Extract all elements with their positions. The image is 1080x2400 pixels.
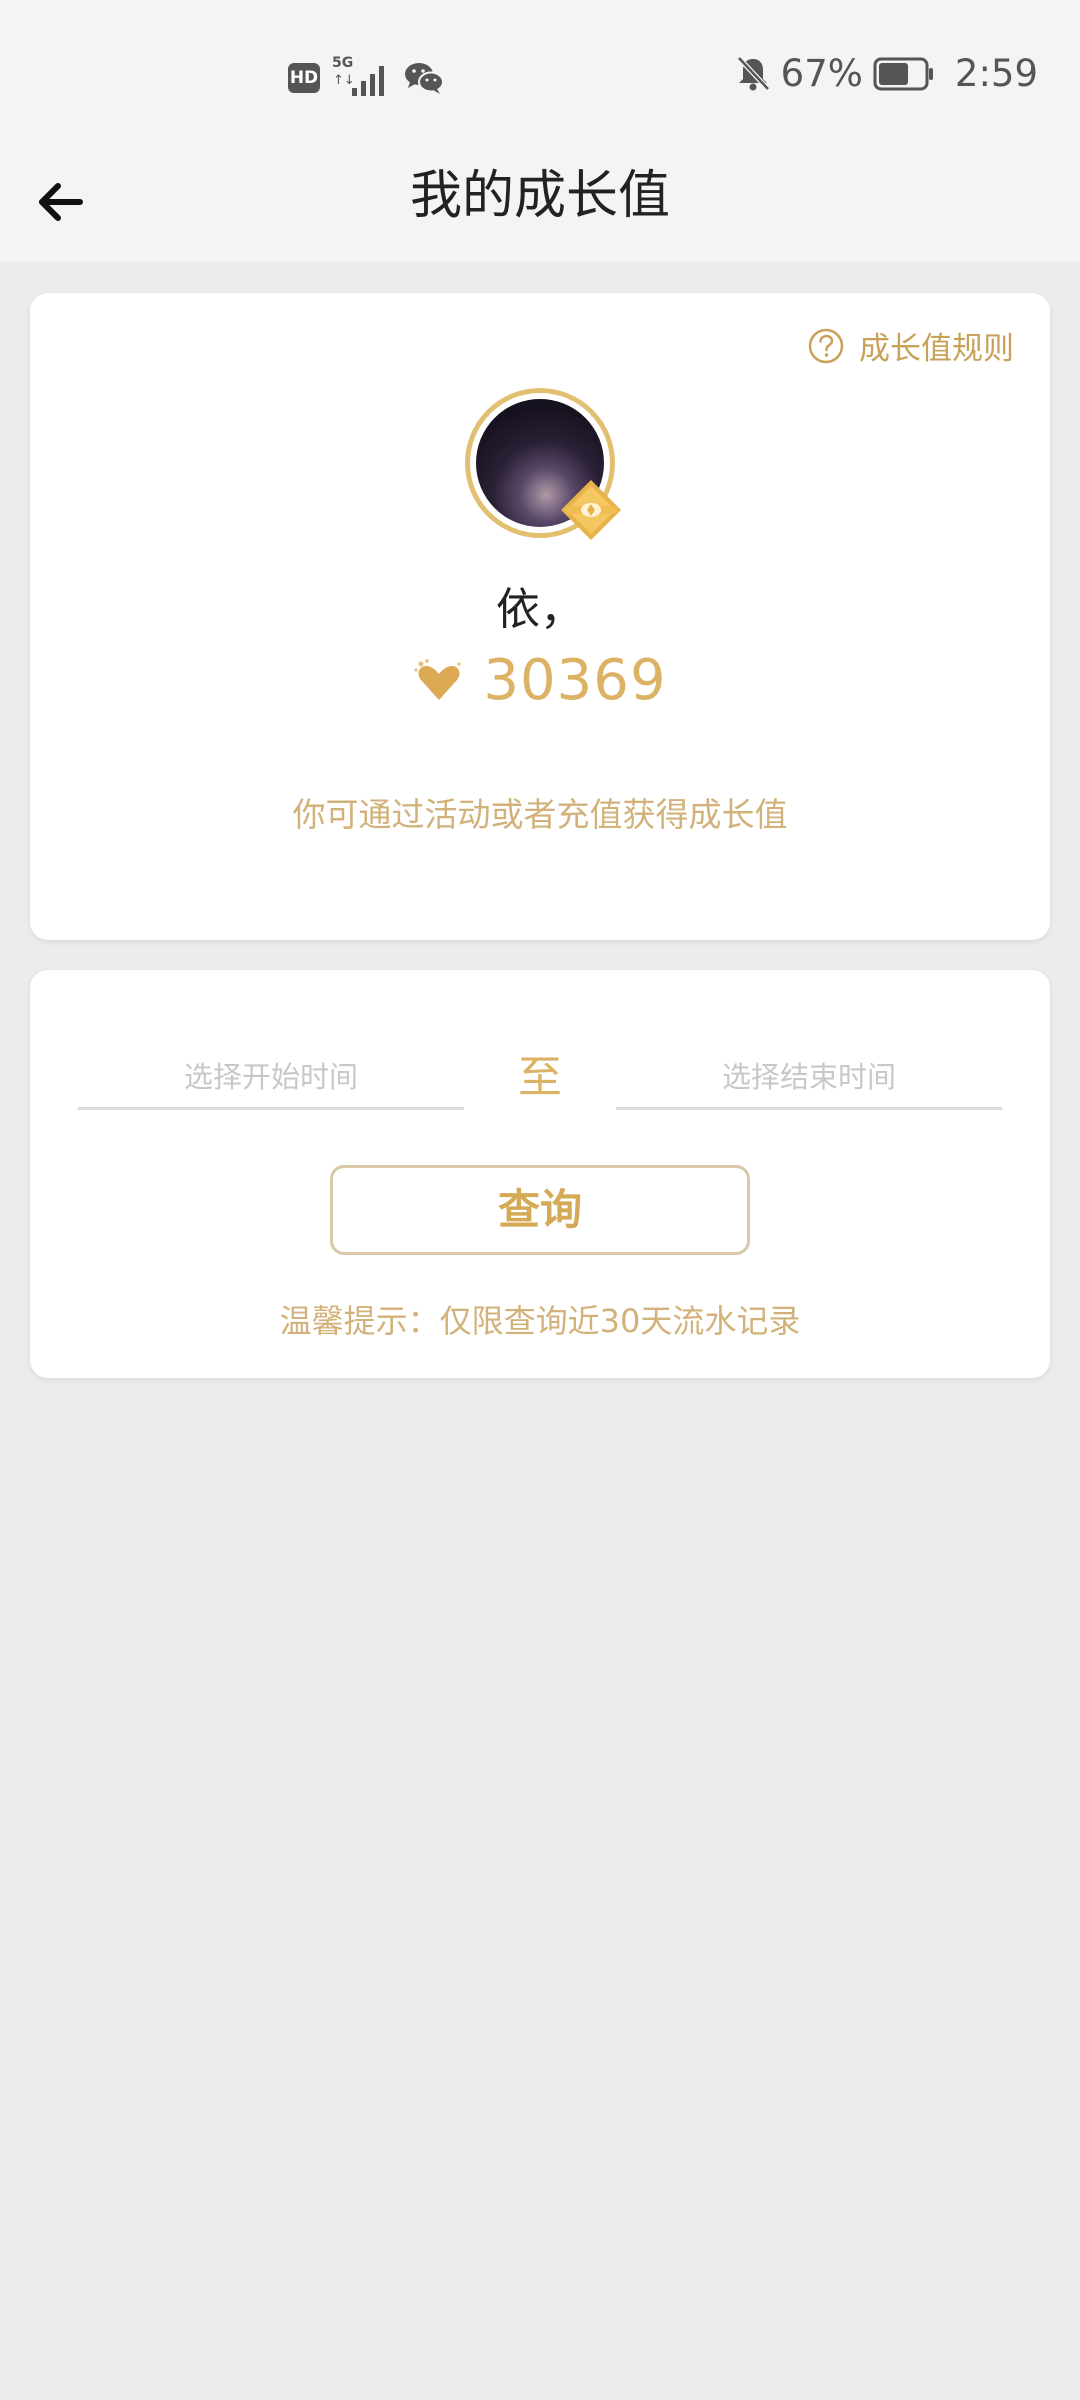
date-range-separator: 至: [518, 1052, 562, 1103]
battery-icon: [873, 57, 933, 90]
back-button[interactable]: [30, 172, 90, 232]
arrow-left-icon: [39, 183, 83, 221]
avatar-wrapper[interactable]: [465, 388, 621, 540]
status-bar: HD 5G ↑↓ 67% 2:59: [0, 0, 1080, 150]
growth-rules-link[interactable]: 成长值规则: [807, 323, 1014, 368]
profile-card: 成长值规则 依， 30369 你可通过活动或者充值获得成长值: [30, 293, 1050, 940]
status-right-icons: 67% 2:59: [735, 52, 1038, 95]
battery-percent: 67%: [780, 52, 863, 95]
growth-value-row: 30369: [30, 648, 1050, 713]
hd-icon: HD: [288, 63, 320, 93]
app-header: 我的成长值: [0, 150, 1080, 262]
status-left-icons: HD 5G ↑↓: [288, 56, 444, 98]
start-date-input[interactable]: 选择开始时间: [78, 1048, 464, 1110]
query-button[interactable]: 查询: [330, 1165, 750, 1255]
page-title: 我的成长值: [409, 166, 670, 226]
growth-hint: 你可通过活动或者充值获得成长值: [292, 795, 788, 834]
mute-bell-icon: [736, 55, 770, 91]
wechat-icon: [405, 63, 444, 94]
growth-rules-label: 成长值规则: [859, 331, 1014, 367]
signal-5g-icon: 5G ↑↓: [332, 56, 392, 98]
signal-bars-icon: [352, 66, 384, 96]
question-circle-icon: [808, 328, 844, 363]
heart-growth-icon: [414, 658, 462, 700]
query-card: 选择开始时间 至 选择结束时间 查询 温馨提示：仅限查询近30天流水记录: [30, 970, 1050, 1378]
growth-value: 30369: [483, 648, 667, 713]
query-tip: 温馨提示：仅限查询近30天流水记录: [279, 1302, 801, 1340]
vip-diamond-badge-icon: [561, 480, 621, 540]
end-date-input[interactable]: 选择结束时间: [616, 1048, 1002, 1110]
user-name: 依，: [496, 584, 584, 635]
clock: 2:59: [954, 52, 1038, 95]
